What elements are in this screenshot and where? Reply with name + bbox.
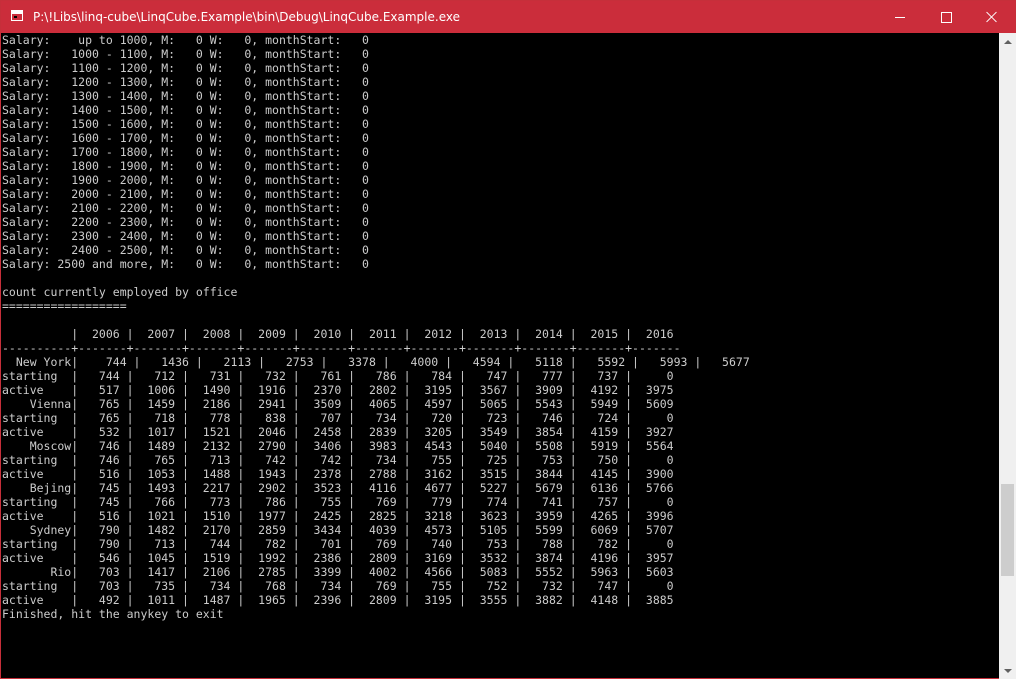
console-line: active | 532 | 1017 | 1521 | 2046 | 2458…	[2, 425, 674, 439]
console-line: active | 546 | 1045 | 1519 | 1992 | 2386…	[2, 551, 674, 565]
console-line: | 2006 | 2007 | 2008 | 2009 | 2010 | 201…	[2, 327, 674, 341]
console-line: active | 517 | 1006 | 1490 | 1916 | 2370…	[2, 383, 674, 397]
console-line: Salary: 2200 - 2300, M: 0 W: 0, monthSta…	[2, 215, 369, 229]
console-line: Salary: 2400 - 2500, M: 0 W: 0, monthSta…	[2, 243, 369, 257]
console-window: P:\!Libs\linq-cube\LinqCube.Example\bin\…	[0, 0, 1016, 679]
close-icon	[986, 11, 998, 23]
console-line: Salary: 1700 - 1800, M: 0 W: 0, monthSta…	[2, 145, 369, 159]
console-line: ----------+-------+-------+-------+-----…	[2, 341, 681, 355]
scroll-up-arrow-icon	[1003, 39, 1012, 44]
console-line: Salary: 1400 - 1500, M: 0 W: 0, monthSta…	[2, 103, 369, 117]
console-line: Salary: 1600 - 1700, M: 0 W: 0, monthSta…	[2, 131, 369, 145]
console-line: Salary: 2500 and more, M: 0 W: 0, monthS…	[2, 257, 369, 271]
console-line: active | 516 | 1053 | 1488 | 1943 | 2378…	[2, 467, 674, 481]
console-line: Moscow| 746 | 1489 | 2132 | 2790 | 3406 …	[2, 439, 674, 453]
console-line: New York| 744 | 1436 | 2113 | 2753 | 337…	[2, 355, 750, 369]
scroll-up-button[interactable]	[999, 33, 1016, 50]
console-line: Sydney| 790 | 1482 | 2170 | 2859 | 3434 …	[2, 523, 674, 537]
minimize-icon	[895, 16, 905, 18]
console-line: Vienna| 765 | 1459 | 2186 | 2941 | 3509 …	[2, 397, 674, 411]
minimize-button[interactable]	[877, 1, 923, 33]
title-bar[interactable]: P:\!Libs\linq-cube\LinqCube.Example\bin\…	[1, 1, 1015, 33]
console-line: Salary: 1000 - 1100, M: 0 W: 0, monthSta…	[2, 47, 369, 61]
console-line: Salary: 1800 - 1900, M: 0 W: 0, monthSta…	[2, 159, 369, 173]
console-line: Salary: 1900 - 2000, M: 0 W: 0, monthSta…	[2, 173, 369, 187]
console-line: starting | 790 | 713 | 744 | 782 | 701 |…	[2, 537, 674, 551]
console-line: starting | 703 | 735 | 734 | 768 | 734 |…	[2, 579, 674, 593]
console-line: Salary: 1500 - 1600, M: 0 W: 0, monthSta…	[2, 117, 369, 131]
console-line: Salary: up to 1000, M: 0 W: 0, monthStar…	[2, 33, 369, 47]
console-line: starting | 745 | 766 | 773 | 786 | 755 |…	[2, 495, 674, 509]
console-line: Bejing| 745 | 1493 | 2217 | 2902 | 3523 …	[2, 481, 674, 495]
console-line: Salary: 2000 - 2100, M: 0 W: 0, monthSta…	[2, 187, 369, 201]
maximize-icon	[940, 11, 952, 23]
console-line: Salary: 1300 - 1400, M: 0 W: 0, monthSta…	[2, 89, 369, 103]
console-line: Salary: 1200 - 1300, M: 0 W: 0, monthSta…	[2, 75, 369, 89]
console-line: active | 516 | 1021 | 1510 | 1977 | 2425…	[2, 509, 674, 523]
console-line: count currently employed by office	[2, 285, 238, 299]
console-line: ==================	[2, 299, 127, 313]
console-line: active | 492 | 1011 | 1487 | 1965 | 2396…	[2, 593, 674, 607]
scroll-down-button[interactable]	[999, 662, 1016, 679]
scroll-down-arrow-icon	[1003, 668, 1012, 673]
console-line: starting | 765 | 718 | 778 | 838 | 707 |…	[2, 411, 674, 425]
console-line: Salary: 2100 - 2200, M: 0 W: 0, monthSta…	[2, 201, 369, 215]
console-app-icon	[11, 10, 23, 21]
console-line: Salary: 1100 - 1200, M: 0 W: 0, monthSta…	[2, 61, 369, 75]
maximize-button[interactable]	[923, 1, 969, 33]
console-line: starting | 746 | 765 | 713 | 742 | 742 |…	[2, 453, 674, 467]
close-button[interactable]	[969, 1, 1015, 33]
console-line: Salary: 2300 - 2400, M: 0 W: 0, monthSta…	[2, 229, 369, 243]
window-title: P:\!Libs\linq-cube\LinqCube.Example\bin\…	[33, 10, 460, 24]
console-line: Rio| 703 | 1417 | 2106 | 2785 | 3399 | 4…	[2, 565, 674, 579]
console-line: Finished, hit the anykey to exit	[2, 607, 224, 621]
console-output[interactable]: Salary: up to 1000, M: 0 W: 0, monthStar…	[2, 33, 998, 678]
vertical-scrollbar[interactable]	[999, 33, 1016, 679]
console-line: starting | 744 | 712 | 731 | 732 | 761 |…	[2, 369, 674, 383]
scrollbar-thumb[interactable]	[1001, 484, 1014, 576]
